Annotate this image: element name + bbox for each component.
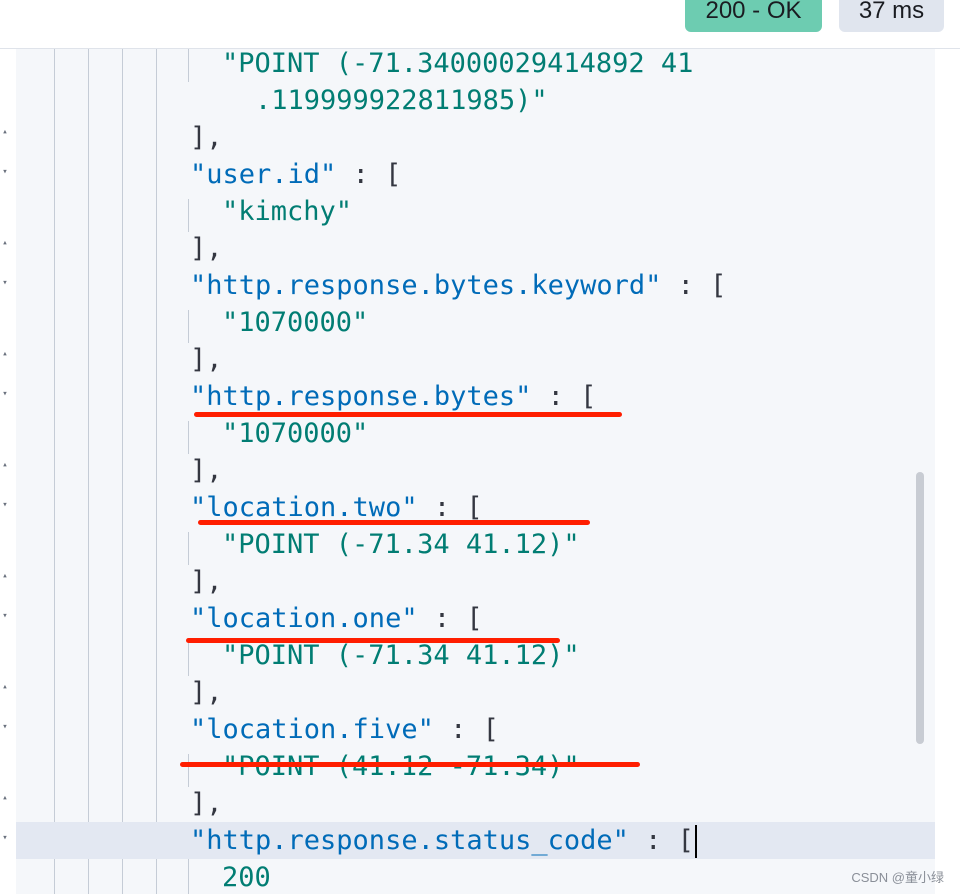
json-key: "http.response.bytes.keyword" xyxy=(190,270,661,301)
code-line: ], xyxy=(16,119,935,156)
json-string-value: "1070000" xyxy=(222,418,368,449)
json-bracket: ], xyxy=(190,566,223,597)
json-key: "location.five" xyxy=(190,714,434,745)
json-string-value: .119999922811985)" xyxy=(255,85,548,116)
code-line: ], xyxy=(16,452,935,489)
watermark: CSDN @童小绿 xyxy=(851,867,944,886)
fold-up-icon[interactable]: ▴ xyxy=(0,349,10,359)
code-line: "user.id" : [ xyxy=(16,156,935,193)
fold-up-icon[interactable]: ▴ xyxy=(0,793,10,803)
code-line: ], xyxy=(16,230,935,267)
vertical-scrollbar[interactable] xyxy=(916,472,924,744)
fold-down-icon[interactable]: ▾ xyxy=(0,833,10,843)
json-string-value: "kimchy" xyxy=(222,196,352,227)
json-punct: : [ xyxy=(418,492,483,523)
code-line: "http.response.bytes" : [ xyxy=(16,378,935,415)
response-toolbar: 200 - OK 37 ms xyxy=(0,0,960,49)
fold-down-icon[interactable]: ▾ xyxy=(0,500,10,510)
json-bracket: ], xyxy=(190,788,223,819)
code-line-active: "http.response.status_code" : [ xyxy=(16,822,935,859)
json-string-value: "POINT (-71.34 41.12)" xyxy=(222,529,580,560)
text-cursor xyxy=(695,825,697,858)
json-punct: : [ xyxy=(629,825,694,856)
json-string-value: "POINT (-71.34 41.12)" xyxy=(222,640,580,671)
json-punct: : [ xyxy=(531,381,596,412)
code-line: "1070000" xyxy=(16,415,935,452)
status-badge: 200 - OK xyxy=(685,0,822,32)
fold-up-icon[interactable]: ▴ xyxy=(0,571,10,581)
fold-down-icon[interactable]: ▾ xyxy=(0,389,10,399)
annotation-strikethrough xyxy=(186,638,560,643)
code-line: 200 xyxy=(16,859,935,894)
json-punct: : [ xyxy=(336,159,401,190)
code-line: "1070000" xyxy=(16,304,935,341)
annotation-strikethrough xyxy=(180,762,640,767)
json-punct: : [ xyxy=(434,714,499,745)
json-key: "http.response.bytes" xyxy=(190,381,531,412)
code-area[interactable]: "POINT (-71.34000029414892 41 .119999922… xyxy=(16,49,935,894)
code-line: ], xyxy=(16,563,935,600)
fold-down-icon[interactable]: ▾ xyxy=(0,722,10,732)
code-line: "location.one" : [ xyxy=(16,600,935,637)
code-line: "POINT (-71.34000029414892 41 xyxy=(16,49,935,82)
fold-down-icon[interactable]: ▾ xyxy=(0,167,10,177)
json-string-value: "POINT (-71.34000029414892 41 xyxy=(222,49,693,79)
json-key: "http.response.status_code" xyxy=(190,825,629,856)
fold-down-icon[interactable]: ▾ xyxy=(0,278,10,288)
json-key: "location.one" xyxy=(190,603,418,634)
fold-up-icon[interactable]: ▴ xyxy=(0,238,10,248)
code-line: ], xyxy=(16,341,935,378)
code-line: "http.response.bytes.keyword" : [ xyxy=(16,267,935,304)
json-string-value: "1070000" xyxy=(222,307,368,338)
code-line: .119999922811985)" xyxy=(16,82,935,119)
fold-up-icon[interactable]: ▴ xyxy=(0,460,10,470)
code-line: "location.five" : [ xyxy=(16,711,935,748)
annotation-underline xyxy=(198,520,590,525)
json-number-value: 200 xyxy=(222,862,271,893)
fold-gutter: ▴ ▾ ▴ ▾ ▴ ▾ ▴ ▾ ▴ ▾ ▴ ▾ ▴ ▾ xyxy=(0,49,16,894)
json-punct: : [ xyxy=(661,270,726,301)
json-punct: : [ xyxy=(418,603,483,634)
response-time-badge: 37 ms xyxy=(839,0,944,32)
fold-up-icon[interactable]: ▴ xyxy=(0,682,10,692)
json-key: "location.two" xyxy=(190,492,418,523)
json-bracket: ], xyxy=(190,233,223,264)
code-line: "POINT (-71.34 41.12)" xyxy=(16,526,935,563)
json-bracket: ], xyxy=(190,455,223,486)
code-line: ], xyxy=(16,674,935,711)
json-key: "user.id" xyxy=(190,159,336,190)
json-bracket: ], xyxy=(190,344,223,375)
annotation-underline xyxy=(194,412,622,417)
json-bracket: ], xyxy=(190,677,223,708)
code-line: "kimchy" xyxy=(16,193,935,230)
code-line: ], xyxy=(16,785,935,822)
fold-up-icon[interactable]: ▴ xyxy=(0,127,10,137)
json-bracket: ], xyxy=(190,122,223,153)
json-response-editor[interactable]: ▴ ▾ ▴ ▾ ▴ ▾ ▴ ▾ ▴ ▾ ▴ ▾ ▴ ▾ "POINT (-71.… xyxy=(0,49,960,894)
fold-down-icon[interactable]: ▾ xyxy=(0,611,10,621)
